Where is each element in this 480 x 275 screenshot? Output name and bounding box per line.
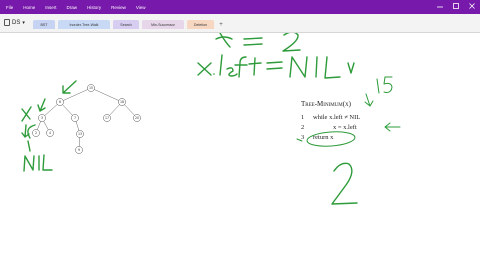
menu-bar: File Home Insert Draw History Review Vie… [6,0,156,14]
add-section-button[interactable]: + [217,20,225,29]
menu-view[interactable]: View [136,5,146,10]
pseudocode-title: Tree-Minimum(x) [301,100,351,108]
tree-node: 7 [71,114,79,122]
tree-node: 2 [32,129,40,137]
menu-insert[interactable]: Insert [45,5,56,10]
tree-edges [35,87,138,151]
notebook-selector[interactable]: DS ▾ [4,19,25,26]
line-number-1: 1 [301,114,305,121]
tree-node: 9 [75,146,83,154]
tree-node-label: 9 [78,148,80,152]
pseudocode-line-1: while x.left ≠ NIL [313,114,361,121]
tree-node-label: 17 [105,116,109,120]
tree-node: 18 [118,98,126,106]
handwriting-nil-label [23,154,53,172]
menu-draw[interactable]: Draw [67,5,78,10]
tree-node-label: 7 [74,116,76,120]
tree-node: 13 [76,130,84,138]
handwriting-big-two [331,162,358,205]
tree-node-label: 20 [135,116,139,120]
tree-node: 17 [103,114,111,122]
tab-section-4[interactable]: Min-Successor [142,20,184,29]
menu-file[interactable]: File [6,5,13,10]
menu-history[interactable]: History [87,5,101,10]
tab-section-3[interactable]: Search [113,20,139,29]
close-icon[interactable] [468,2,476,10]
tree-node-label: 2 [35,131,37,135]
tab-section-5[interactable]: Deletion [187,20,214,29]
tree-node: 4 [46,129,54,137]
app-ribbon: File Home Insert Draw History Review Vie… [0,0,480,14]
tree-nodes: 15 6 18 3 7 17 20 2 4 13 9 [32,84,141,154]
tree-node-label: 18 [120,100,124,104]
handwriting-arrows-tree [21,80,77,152]
menu-review[interactable]: Review [111,5,126,10]
line-number-2: 2 [301,124,305,131]
notebook-name: DS [12,19,21,26]
tree-node-label: 6 [59,100,61,104]
notebook-icon [4,19,10,26]
tree-node-label: 15 [89,86,93,90]
tree-node-label: 13 [78,132,82,136]
tab-section-2[interactable]: Inorder-Tree-Walk [58,20,110,29]
tree-node-label: 4 [49,131,51,135]
pseudocode-line-3: return x [313,134,334,141]
tree-node: 3 [38,114,46,122]
section-tab-bar: DS ▾ BST Inorder-Tree-Walk Search Min-Succe… [0,14,480,33]
handwriting-x-left-nil [197,54,355,79]
menu-home[interactable]: Home [23,5,35,10]
tree-node: 20 [133,114,141,122]
pseudocode-line-2: x = x.left [333,124,357,131]
page-canvas[interactable]: 15 6 18 3 7 17 20 2 4 13 9 Tree-Minimum(… [0,31,480,270]
handwriting-fifteen [376,76,393,94]
handwriting-x-equals-2 [215,31,301,52]
chevron-down-icon: ▾ [22,19,25,26]
line-number-3: 3 [301,134,305,141]
ink-and-diagram-layer: 156 183 7 17 202 4 139 [21,31,401,205]
tree-node: 15 [87,84,95,92]
minimize-icon[interactable] [436,2,444,10]
tree-node-label: 3 [41,116,43,120]
tab-section-1[interactable]: BST [33,20,55,29]
maximize-icon[interactable] [452,2,460,10]
tree-node: 6 [56,98,64,106]
